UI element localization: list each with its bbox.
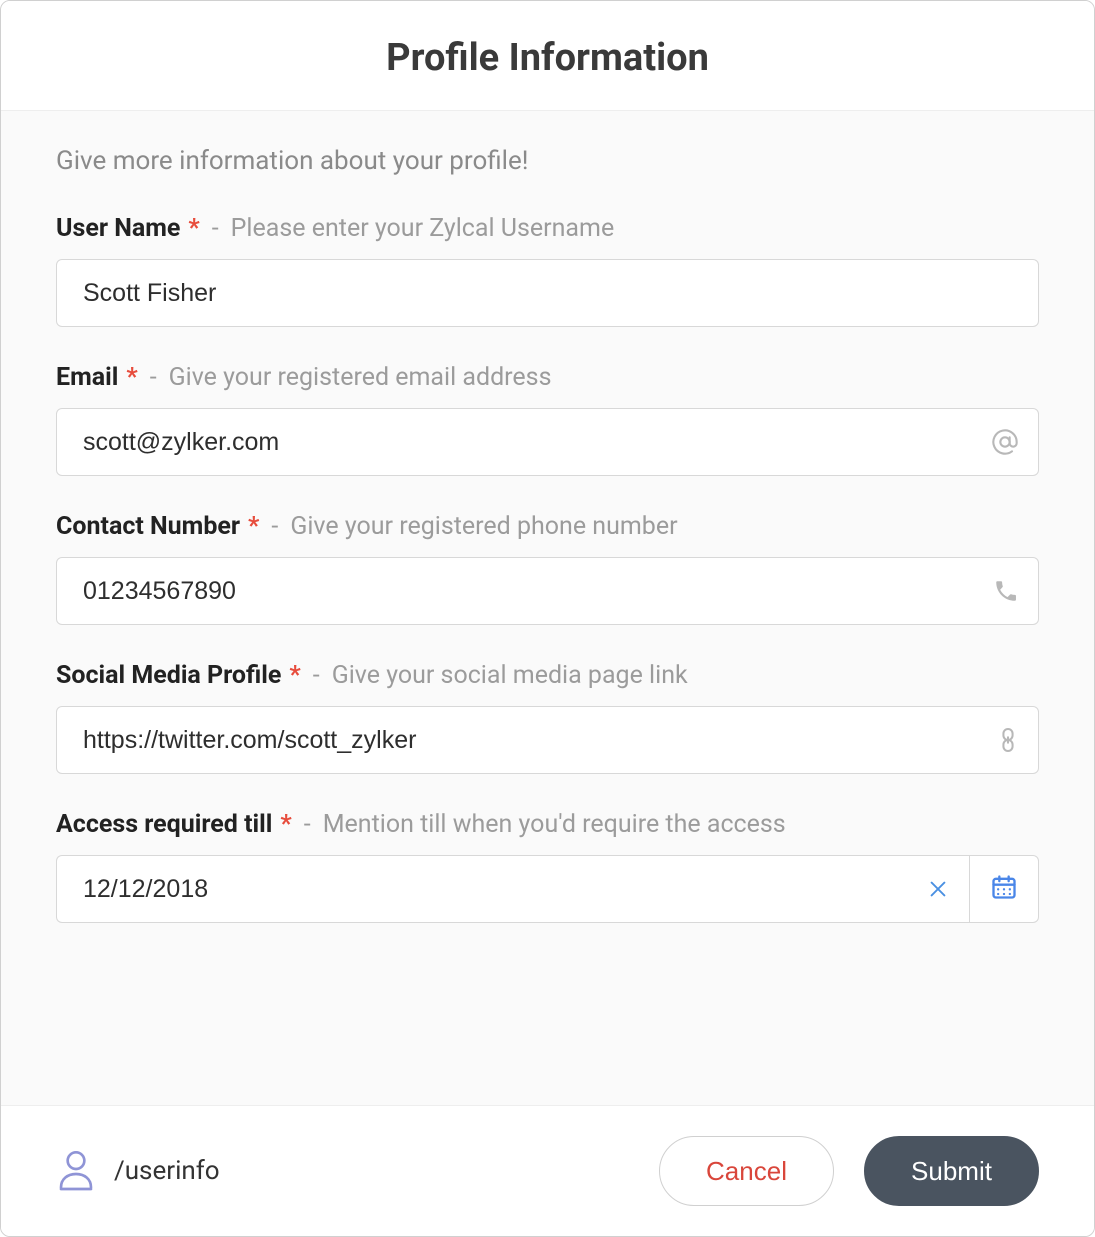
command-path: /userinfo bbox=[114, 1156, 220, 1186]
dialog-header: Profile Information bbox=[1, 1, 1094, 110]
input-wrap-username bbox=[56, 259, 1039, 327]
footer-right: Cancel Submit bbox=[659, 1136, 1039, 1206]
input-wrap-access bbox=[56, 855, 1039, 923]
hint-sep: - bbox=[271, 512, 278, 541]
label-row-contact: Contact Number * - Give your registered p… bbox=[56, 512, 1039, 541]
intro-text: Give more information about your profile… bbox=[56, 146, 1039, 176]
email-input[interactable] bbox=[56, 408, 1039, 476]
hint-contact: Give your registered phone number bbox=[290, 512, 677, 541]
at-icon bbox=[991, 428, 1019, 456]
username-input[interactable] bbox=[56, 259, 1039, 327]
contact-input[interactable] bbox=[56, 557, 1039, 625]
label-email: Email bbox=[56, 363, 118, 392]
link-icon bbox=[997, 727, 1019, 753]
hint-sep: - bbox=[150, 363, 157, 392]
dialog-title: Profile Information bbox=[1, 36, 1094, 80]
user-icon bbox=[56, 1147, 96, 1195]
label-row-social: Social Media Profile * - Give your social… bbox=[56, 661, 1039, 690]
clear-date-icon[interactable] bbox=[927, 878, 949, 900]
date-picker-button[interactable] bbox=[969, 855, 1039, 923]
label-social: Social Media Profile bbox=[56, 661, 281, 690]
submit-button[interactable]: Submit bbox=[864, 1136, 1039, 1206]
input-wrap-social bbox=[56, 706, 1039, 774]
label-username: User Name bbox=[56, 214, 180, 243]
label-contact: Contact Number bbox=[56, 512, 240, 541]
profile-dialog: Profile Information Give more informatio… bbox=[0, 0, 1095, 1237]
hint-sep: - bbox=[313, 661, 320, 690]
input-wrap-email bbox=[56, 408, 1039, 476]
hint-access: Mention till when you'd require the acce… bbox=[323, 810, 786, 839]
access-date-input[interactable] bbox=[56, 855, 969, 923]
dialog-footer: /userinfo Cancel Submit bbox=[1, 1106, 1094, 1236]
label-access: Access required till bbox=[56, 810, 272, 839]
hint-username: Please enter your Zylcal Username bbox=[231, 214, 615, 243]
input-wrap-contact bbox=[56, 557, 1039, 625]
required-marker: * bbox=[248, 512, 259, 541]
label-row-email: Email * - Give your registered email addr… bbox=[56, 363, 1039, 392]
hint-sep: - bbox=[304, 810, 311, 839]
label-row-username: User Name * - Please enter your Zylcal Us… bbox=[56, 214, 1039, 243]
footer-left: /userinfo bbox=[56, 1147, 220, 1195]
hint-email: Give your registered email address bbox=[169, 363, 552, 392]
required-marker: * bbox=[188, 214, 199, 243]
hint-sep: - bbox=[212, 214, 219, 243]
field-contact: Contact Number * - Give your registered p… bbox=[56, 512, 1039, 625]
field-social: Social Media Profile * - Give your social… bbox=[56, 661, 1039, 774]
hint-social: Give your social media page link bbox=[332, 661, 688, 690]
field-email: Email * - Give your registered email addr… bbox=[56, 363, 1039, 476]
required-marker: * bbox=[289, 661, 300, 690]
cancel-button[interactable]: Cancel bbox=[659, 1136, 834, 1206]
field-username: User Name * - Please enter your Zylcal Us… bbox=[56, 214, 1039, 327]
required-marker: * bbox=[280, 810, 291, 839]
social-input[interactable] bbox=[56, 706, 1039, 774]
dialog-body: Give more information about your profile… bbox=[1, 110, 1094, 1106]
field-access: Access required till * - Mention till whe… bbox=[56, 810, 1039, 923]
calendar-icon bbox=[990, 873, 1018, 905]
label-row-access: Access required till * - Mention till whe… bbox=[56, 810, 1039, 839]
required-marker: * bbox=[126, 363, 137, 392]
phone-icon bbox=[993, 578, 1019, 604]
